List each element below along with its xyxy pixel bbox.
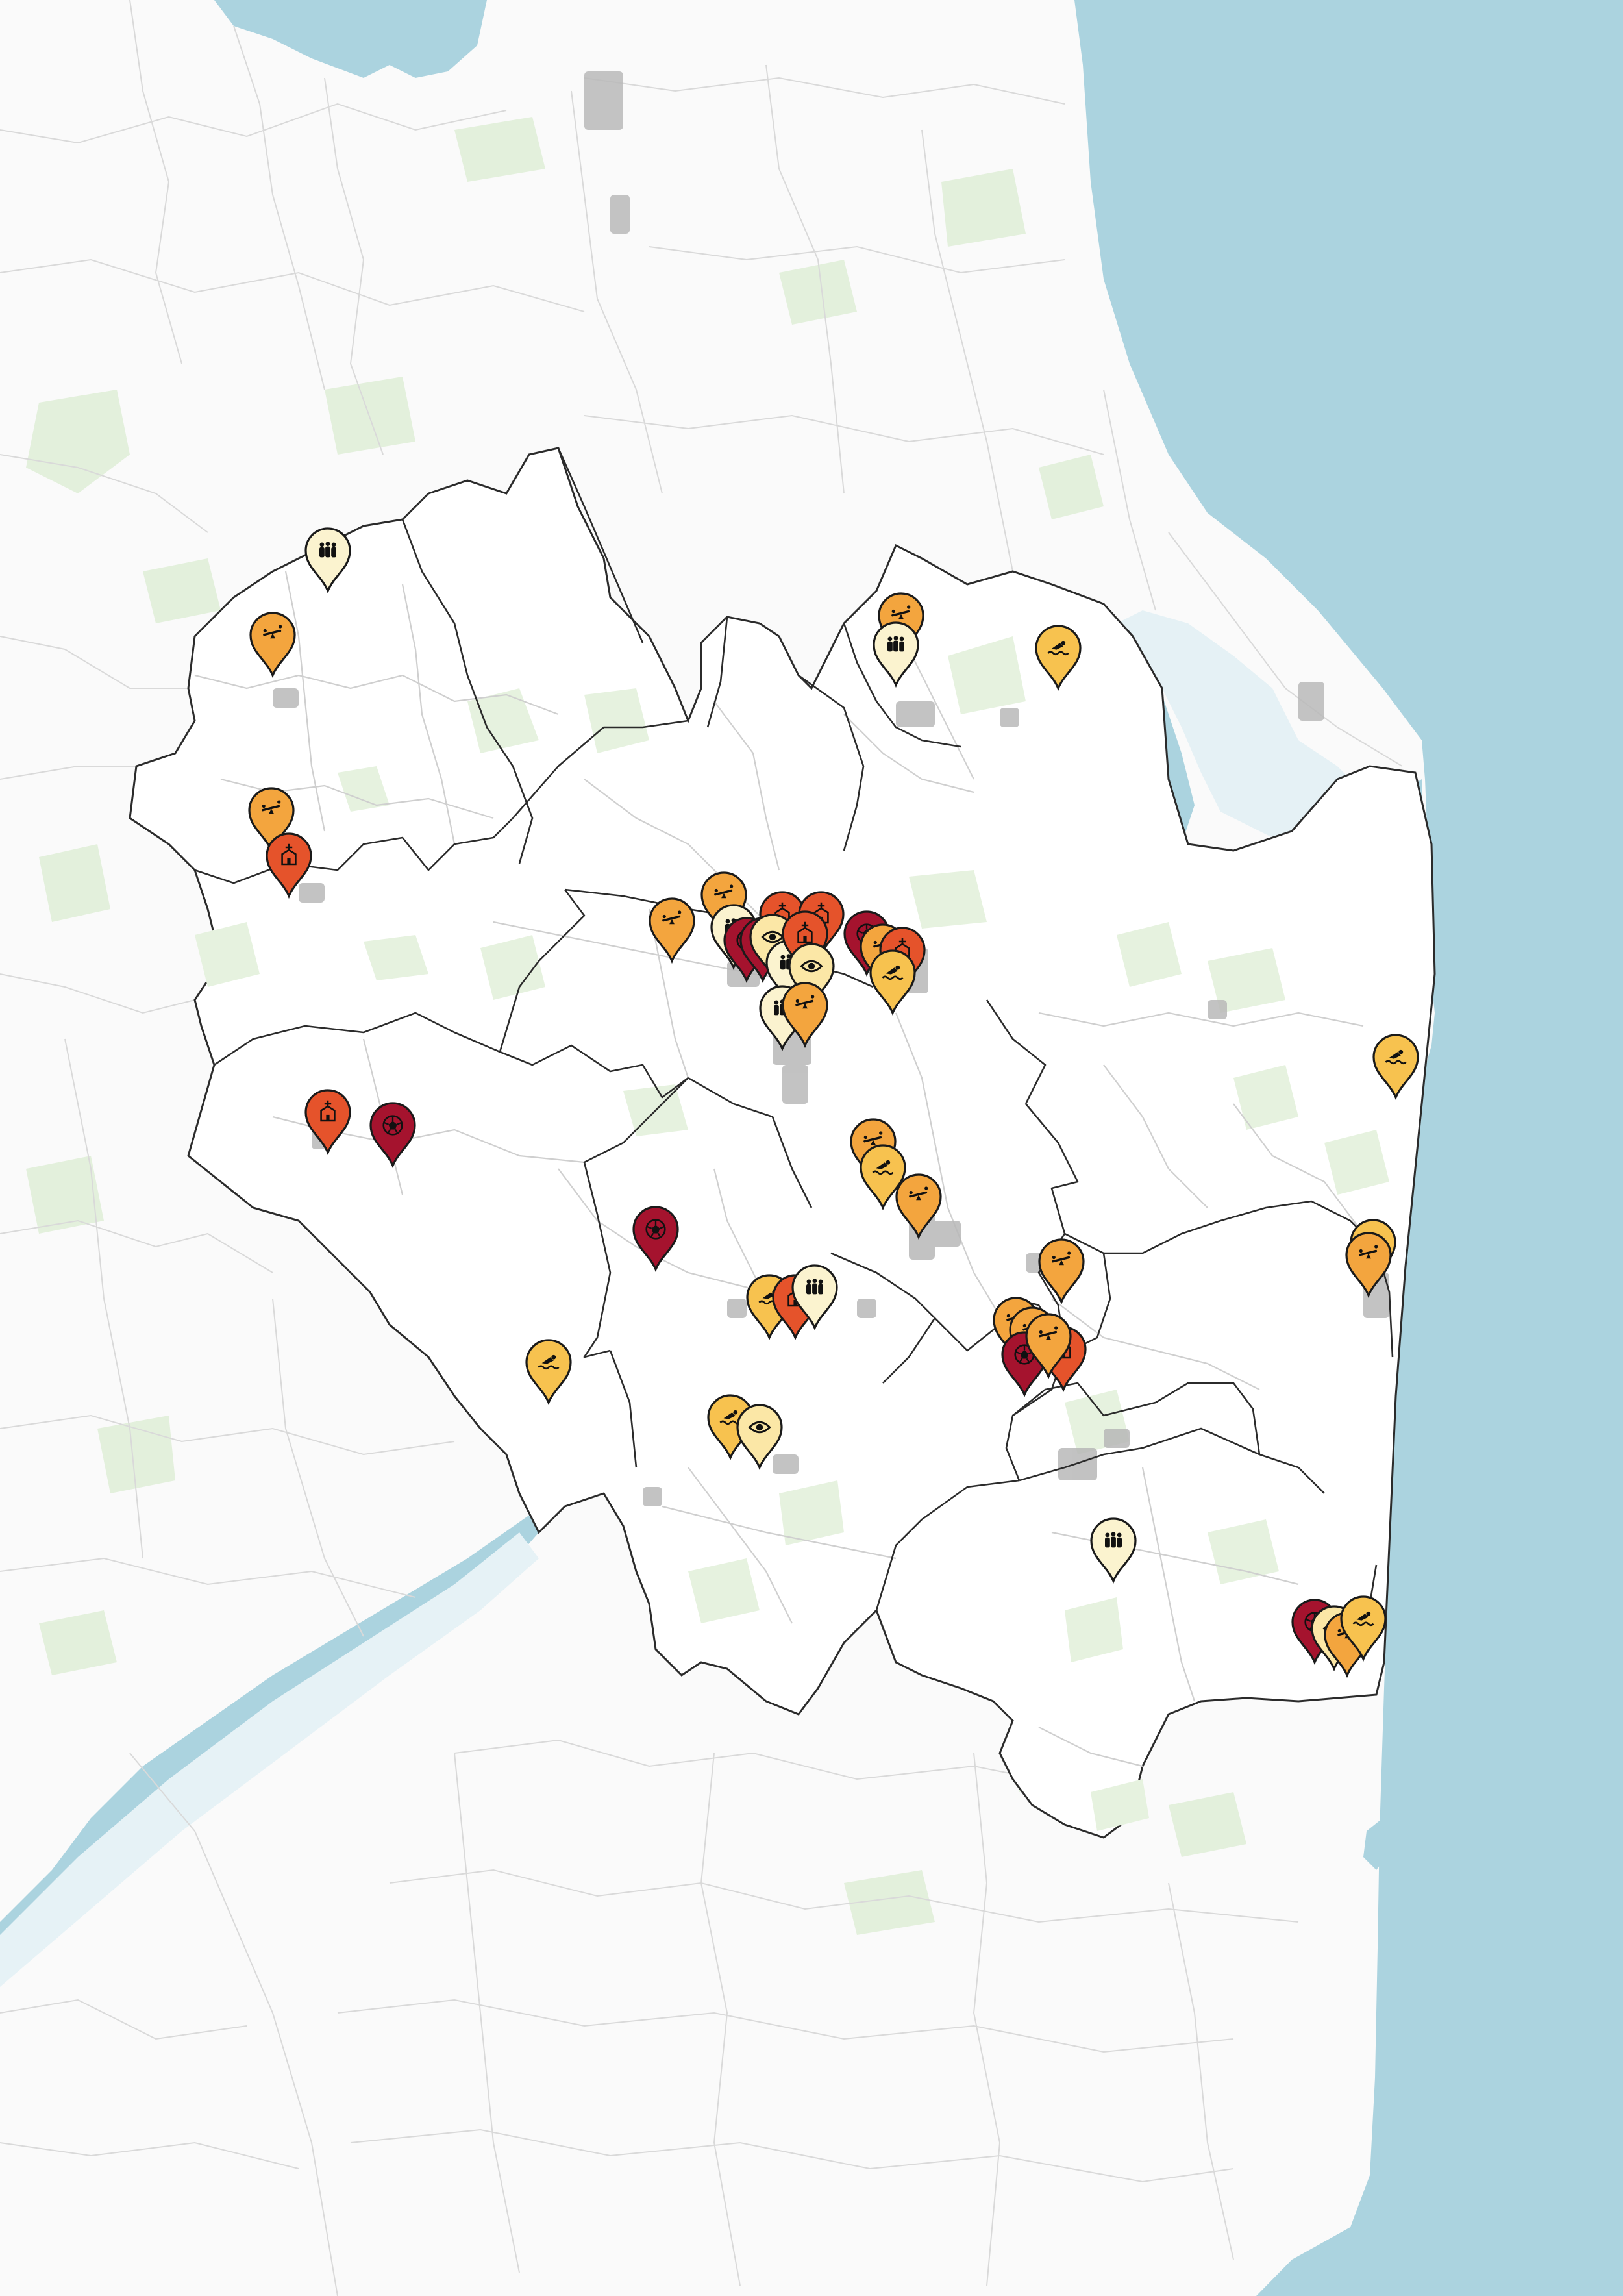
people-group-icon [806,1279,823,1295]
green-patch [26,1156,104,1234]
green-patch [39,844,110,922]
people-group-icon [319,542,336,558]
town-area [782,1065,808,1104]
town-area [1058,1448,1097,1480]
map-canvas[interactable] [0,0,1623,2296]
town-area [896,701,935,727]
green-patch [909,870,987,929]
town-area [773,1454,799,1474]
green-patch [97,1416,175,1493]
town-area [857,1299,876,1318]
green-patch [941,169,1026,247]
people-group-icon [887,636,904,652]
town-area [273,688,299,708]
town-area [1000,708,1019,727]
town-area [1104,1429,1130,1448]
town-area [1298,682,1324,721]
people-group-icon [1105,1532,1122,1548]
town-area [610,195,630,234]
town-area [643,1487,662,1506]
town-area [299,883,325,903]
town-area [1208,1000,1227,1019]
town-area [584,71,623,130]
town-area [928,1221,961,1247]
green-patch [325,377,415,455]
town-area [727,1299,747,1318]
